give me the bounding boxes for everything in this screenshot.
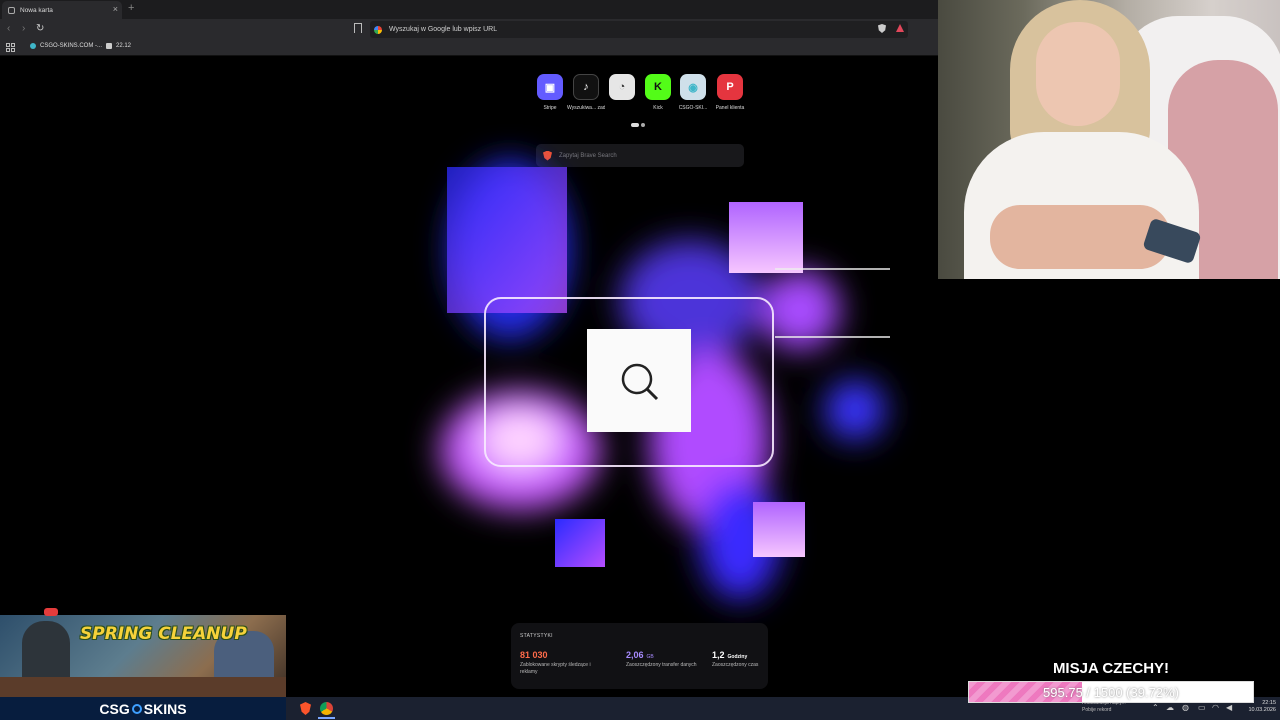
brave-rewards-icon[interactable] [896, 24, 904, 32]
logo-ring-icon [131, 703, 142, 714]
bookmark-label: 22.12 [116, 43, 132, 49]
stats-title: STATYSTYKI [520, 633, 553, 639]
brave-taskbar-icon[interactable] [300, 702, 311, 715]
top-site-label: Panel klienta [715, 105, 745, 111]
stat-bandwidth: 2,06 GB Zaoszczędzony transfer danych [626, 650, 706, 669]
chart-circle-icon: ◔ [609, 74, 635, 100]
ad-badge-icon [44, 608, 58, 616]
ad-headline: SPRING CLEANUP [80, 624, 247, 644]
csgo-skins-bookmark-icon [30, 43, 36, 49]
tab-new-tab[interactable]: Nowa karta × [2, 1, 122, 19]
panel-klienta-icon: P [717, 74, 743, 100]
monitor-icon[interactable]: ▭ [1198, 703, 1206, 712]
stat-description: Zaoszczędzony czas [712, 662, 759, 668]
stat-time: 1,2 Godziny Zaoszczędzony czas [712, 650, 762, 669]
webcam-feed [938, 0, 1280, 279]
stat-value: 2,06 [626, 650, 644, 660]
top-site-stripe[interactable]: ▣ Stripe [535, 74, 565, 111]
mission-progress-bar: 595.75 / 1500 (39.72%) [968, 681, 1254, 703]
top-site-label: Stripe [543, 105, 557, 111]
streamer-arms [990, 205, 1170, 269]
bookmark-22-12[interactable]: 22.12 [106, 43, 131, 49]
bookmark-icon[interactable] [354, 23, 362, 33]
cloud-icon[interactable]: ☁ [1166, 703, 1174, 712]
close-tab-icon[interactable]: × [113, 4, 118, 14]
logo-text-left: CSG [99, 700, 130, 717]
ad-floor [0, 677, 286, 697]
new-tab-button[interactable]: + [128, 2, 134, 14]
top-sites-pager[interactable] [631, 123, 645, 127]
apps-grid-icon[interactable] [6, 43, 15, 52]
mission-title: MISJA CZECHY! [1052, 660, 1170, 677]
google-icon [374, 25, 382, 34]
reload-icon[interactable]: ↻ [36, 22, 44, 36]
stripe-icon: ▣ [537, 74, 563, 100]
top-site-label: Wyszukiwa... zadanka - I... [567, 105, 605, 111]
address-placeholder: Wyszukaj w Google lub wpisz URL [389, 26, 498, 33]
shield-tab-icon [8, 6, 15, 14]
tab-title: Nowa karta [20, 6, 53, 14]
back-icon[interactable]: ‹ [7, 22, 10, 36]
wifi-icon[interactable]: ◠ [1212, 703, 1219, 712]
csgo-skins-logo: CSG SKINS [0, 697, 286, 720]
csgo-skins-icon: ◉ [680, 74, 706, 100]
tiktok-icon: ♪ [573, 74, 599, 100]
stats-widget: STATYSTYKI 81 030 Zablokowane skrypty śl… [511, 623, 768, 689]
obs-taskbar-icon[interactable] [320, 702, 333, 715]
top-site-csgo-skins[interactable]: ◉ CSGO-SKI... [675, 74, 711, 111]
speaker-icon[interactable]: ◀ [1226, 703, 1232, 712]
pager-dot-active[interactable] [631, 123, 639, 127]
clock-date: 10.03.2026 [1248, 707, 1276, 713]
magnifier-icon [621, 363, 659, 401]
stat-value: 81 030 [520, 650, 548, 660]
browser-window: Nowa karta × + ‹ › ↻ Wyszukaj w Google l… [0, 0, 938, 697]
browser-toolbar: ‹ › ↻ Wyszukaj w Google lub wpisz URL [0, 19, 938, 40]
background-artwork [440, 160, 890, 600]
page-bookmark-icon [106, 43, 112, 49]
top-site-wyszukiwarka[interactable]: ♪ Wyszukiwa... zadanka - I... [567, 74, 605, 111]
tab-strip: Nowa karta × + [0, 0, 938, 19]
stat-unit: GB [646, 654, 654, 660]
brave-search-placeholder: Zapytaj Brave Search [559, 152, 617, 159]
active-indicator [318, 717, 335, 719]
bookmarks-bar: CSGO-SKINS.COM -... 22.12 [0, 40, 938, 56]
address-bar[interactable]: Wyszukaj w Google lub wpisz URL [370, 21, 908, 38]
chevron-up-icon[interactable]: ⌃ [1152, 703, 1159, 712]
stat-description: Zablokowane skrypty śledzące i reklamy [520, 662, 591, 675]
top-site-label: CSGO-SKI... [678, 105, 708, 111]
stat-unit: Godziny [727, 654, 748, 660]
stat-description: Zaoszczędzony transfer danych [626, 662, 697, 668]
stat-trackers: 81 030 Zablokowane skrypty śledzące i re… [520, 650, 600, 676]
kick-icon: K [645, 74, 671, 100]
top-site-chart[interactable]: ◔ [607, 74, 637, 105]
top-site-panel-klienta[interactable]: P Panel klienta [712, 74, 748, 111]
brave-search-box[interactable]: Zapytaj Brave Search [536, 144, 744, 167]
network-icon[interactable]: ◍ [1182, 703, 1189, 712]
top-site-kick[interactable]: K Kick [643, 74, 673, 111]
bookmark-label: CSGO-SKINS.COM -... [40, 43, 103, 49]
stat-value: 1,2 [712, 650, 725, 660]
pager-dot[interactable] [641, 123, 645, 127]
forward-icon[interactable]: › [22, 22, 25, 36]
top-site-label: Kick [653, 105, 663, 111]
streamer-face [1036, 22, 1120, 126]
logo-text-right: SKINS [143, 700, 187, 717]
mission-progress-text: 595.75 / 1500 (39.72%) [1043, 685, 1179, 700]
bookmark-csgo-skins[interactable]: CSGO-SKINS.COM -... [30, 43, 102, 49]
notification-line-2: Pobije rekord [1082, 707, 1112, 713]
brave-lion-icon [543, 150, 552, 161]
